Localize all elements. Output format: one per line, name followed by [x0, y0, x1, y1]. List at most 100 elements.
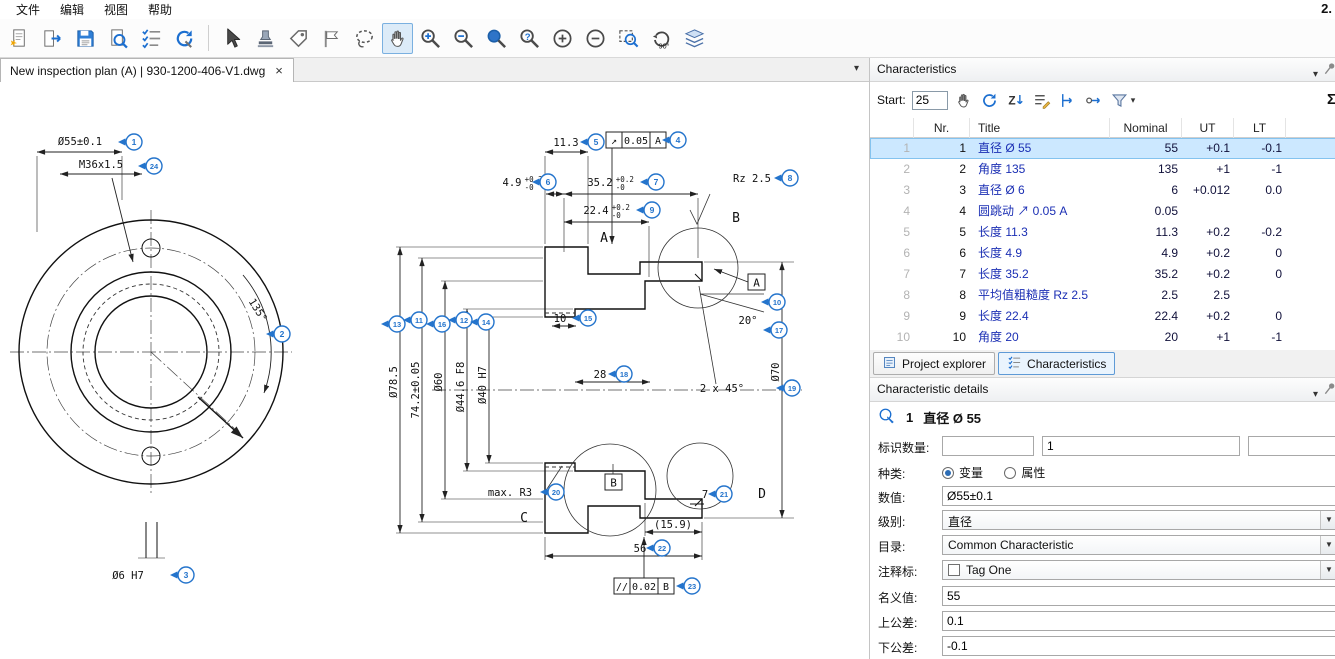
cell-nr[interactable]: 4: [914, 201, 966, 222]
cell-ut[interactable]: +0.1: [1182, 138, 1230, 159]
id-count-input-2[interactable]: [1042, 436, 1240, 456]
balloon-22[interactable]: 22: [646, 540, 670, 556]
menu-item-1[interactable]: 编辑: [50, 0, 94, 20]
characteristic-row-5[interactable]: 55长度 11.311.3+0.2-0.2: [870, 222, 1335, 243]
cell-index[interactable]: 10: [870, 327, 910, 348]
cell-ut[interactable]: +0.2: [1182, 264, 1230, 285]
characteristic-row-6[interactable]: 66长度 4.94.9+0.20: [870, 243, 1335, 264]
cell-nr[interactable]: 2: [914, 159, 966, 180]
cell-nominal[interactable]: 11.3: [1110, 222, 1178, 243]
stamp-tool-icon[interactable]: [250, 23, 281, 54]
balloon-8[interactable]: 8: [774, 170, 798, 186]
balloon-13[interactable]: 13: [381, 316, 405, 332]
cell-lt[interactable]: 0: [1234, 306, 1282, 327]
cell-lt[interactable]: -1: [1234, 327, 1282, 348]
kind-option-attribute[interactable]: 属性: [1021, 466, 1045, 480]
characteristic-row-2[interactable]: 22角度 135135+1-1: [870, 159, 1335, 180]
renumber-icon[interactable]: [978, 88, 1002, 112]
balloon-18[interactable]: 18: [608, 366, 632, 382]
cell-index[interactable]: 8: [870, 285, 910, 306]
flow-out-icon[interactable]: [1056, 88, 1080, 112]
balloon-2[interactable]: 2: [266, 326, 290, 342]
cell-lt[interactable]: 0.0: [1234, 180, 1282, 201]
cell-nr[interactable]: 7: [914, 264, 966, 285]
cell-index[interactable]: 3: [870, 180, 910, 201]
cell-lt[interactable]: 0: [1234, 243, 1282, 264]
balloon-17[interactable]: 17: [763, 322, 787, 338]
cell-index[interactable]: 1: [870, 138, 910, 159]
start-input[interactable]: [912, 91, 948, 110]
characteristic-row-9[interactable]: 99长度 22.422.4+0.20: [870, 306, 1335, 327]
balloon-11[interactable]: 11: [403, 312, 427, 328]
save-icon[interactable]: [70, 23, 101, 54]
characteristic-row-8[interactable]: 88平均值粗糙度 Rz 2.52.52.5: [870, 285, 1335, 306]
cell-nr[interactable]: 10: [914, 327, 966, 348]
menu-item-3[interactable]: 帮助: [138, 0, 182, 20]
tab-project-explorer[interactable]: Project explorer: [873, 352, 995, 375]
cell-ut[interactable]: +1: [1182, 327, 1230, 348]
zoom-fill-icon[interactable]: [481, 23, 512, 54]
tab-close-icon[interactable]: ×: [274, 64, 284, 77]
flow-in-icon[interactable]: [1082, 88, 1106, 112]
balloon-23[interactable]: 23: [676, 578, 700, 594]
cell-nr[interactable]: 8: [914, 285, 966, 306]
cell-nominal[interactable]: 35.2: [1110, 264, 1178, 285]
cell-ut[interactable]: 2.5: [1182, 285, 1230, 306]
tag-checkbox[interactable]: [948, 564, 960, 576]
upper-tolerance-input[interactable]: [942, 611, 1335, 631]
kind-option-variable[interactable]: 变量: [959, 466, 983, 480]
cell-lt[interactable]: [1234, 201, 1282, 222]
update-plan-icon[interactable]: [169, 23, 200, 54]
corner-flag-tool-icon[interactable]: [316, 23, 347, 54]
characteristic-row-4[interactable]: 44圆跳动 ↗ 0.05 A0.05: [870, 201, 1335, 222]
rotate-90-icon[interactable]: 90°: [646, 23, 677, 54]
balloon-14[interactable]: 14: [470, 314, 494, 330]
id-count-input-3[interactable]: [1248, 436, 1335, 456]
cell-ut[interactable]: +0.2: [1182, 243, 1230, 264]
drawing-canvas[interactable]: ↗0.05A//0.02B AB Ø55±0.1M36x1.5135°Ø6 H7…: [0, 82, 869, 659]
cell-index[interactable]: 4: [870, 201, 910, 222]
cell-lt[interactable]: 0: [1234, 264, 1282, 285]
balloon-3[interactable]: 3: [170, 567, 194, 583]
tab-list-chevron-icon[interactable]: ▾: [854, 63, 859, 74]
cell-nominal[interactable]: 0.05: [1110, 201, 1178, 222]
balloon-9[interactable]: 9: [636, 202, 660, 218]
balloon-1[interactable]: 1: [118, 134, 142, 150]
balloon-10[interactable]: 10: [761, 294, 785, 310]
cell-nr[interactable]: 1: [914, 138, 966, 159]
check-list-icon[interactable]: [136, 23, 167, 54]
cell-ut[interactable]: +0.012: [1182, 180, 1230, 201]
menu-item-2[interactable]: 视图: [94, 0, 138, 20]
cell-nominal[interactable]: 4.9: [1110, 243, 1178, 264]
pin-icon[interactable]: [1322, 61, 1335, 79]
cell-ut[interactable]: +0.2: [1182, 222, 1230, 243]
catalog-combo[interactable]: Common Characteristic ▼: [942, 535, 1335, 555]
column-header-LT[interactable]: LT: [1234, 118, 1286, 138]
cell-nr[interactable]: 6: [914, 243, 966, 264]
filter-icon[interactable]: [1108, 88, 1132, 112]
balloon-20[interactable]: 20: [540, 484, 564, 500]
find-document-icon[interactable]: [103, 23, 134, 54]
zoom-in-icon[interactable]: [415, 23, 446, 54]
cell-lt[interactable]: -0.2: [1234, 222, 1282, 243]
characteristic-row-1[interactable]: 11直径 Ø 5555+0.1-0.1: [870, 138, 1335, 159]
lower-tolerance-input[interactable]: [942, 636, 1335, 656]
cell-lt[interactable]: [1234, 285, 1282, 306]
balloon-5[interactable]: 5: [580, 134, 604, 150]
cell-nominal[interactable]: 55: [1110, 138, 1178, 159]
tag-combo[interactable]: Tag One ▼: [942, 560, 1335, 580]
sum-icon[interactable]: Σ: [1327, 91, 1335, 108]
open-plan-icon[interactable]: [37, 23, 68, 54]
cell-lt[interactable]: -1: [1234, 159, 1282, 180]
column-header-Nr.[interactable]: Nr.: [914, 118, 970, 138]
list-edit-icon[interactable]: [1030, 88, 1054, 112]
cell-index[interactable]: 7: [870, 264, 910, 285]
balloon-7[interactable]: 7: [640, 174, 664, 190]
cell-index[interactable]: 9: [870, 306, 910, 327]
document-tab[interactable]: New inspection plan (A) | 930-1200-406-V…: [0, 58, 294, 82]
cell-ut[interactable]: +0.2: [1182, 306, 1230, 327]
cell-nr[interactable]: 5: [914, 222, 966, 243]
enlarge-icon[interactable]: [547, 23, 578, 54]
new-document-icon[interactable]: [4, 23, 35, 54]
characteristic-row-7[interactable]: 77长度 35.235.2+0.20: [870, 264, 1335, 285]
